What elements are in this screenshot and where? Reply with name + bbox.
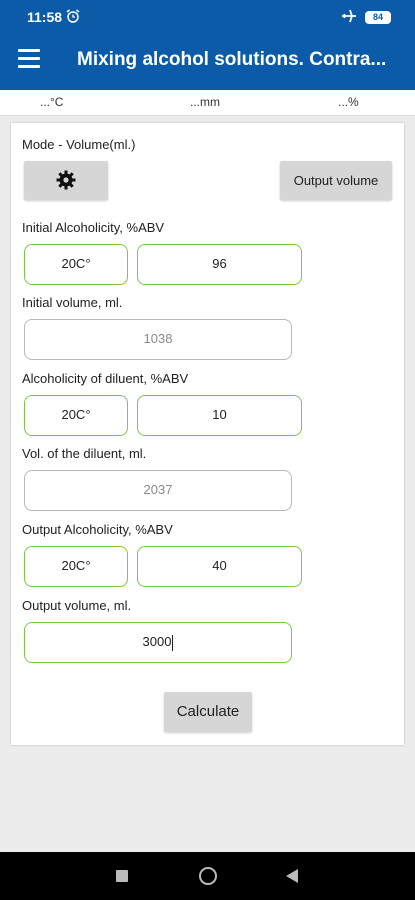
alarm-clock-icon: [66, 9, 80, 23]
diluent-temperature-field[interactable]: 20C°: [24, 395, 128, 436]
output-alcoholicity-field[interactable]: 40: [137, 546, 302, 587]
hamburger-menu-icon[interactable]: [18, 49, 42, 73]
status-bar: 11:58 84: [0, 0, 415, 32]
temperature-reading: ...°C: [40, 95, 64, 109]
diluent-volume-label: Vol. of the diluent, ml.: [22, 446, 147, 461]
initial-volume-label: Initial volume, ml.: [22, 295, 123, 310]
home-icon[interactable]: [199, 867, 217, 885]
sensor-readings: ...°C ...mm ...%: [0, 90, 415, 116]
battery-icon: 84: [365, 11, 391, 24]
airplane-mode-icon: [342, 9, 356, 23]
output-temperature-field[interactable]: 20C°: [24, 546, 128, 587]
back-icon[interactable]: [286, 869, 298, 883]
pressure-reading: ...mm: [190, 95, 220, 109]
initial-alcoholicity-field[interactable]: 96: [137, 244, 302, 285]
output-alcoholicity-label: Output Alcoholicity, %ABV: [22, 522, 173, 537]
calculator-card: Mode - Volume(ml.) Output volume Initial…: [11, 123, 404, 745]
app-title: Mixing alcohol solutions. Contra...: [77, 49, 387, 70]
output-volume-value: 3000: [142, 634, 172, 649]
initial-alcoholicity-label: Initial Alcoholicity, %ABV: [22, 220, 165, 235]
initial-temperature-field[interactable]: 20C°: [24, 244, 128, 285]
diluent-volume-field[interactable]: 2037: [24, 470, 292, 511]
calculate-button[interactable]: Calculate: [164, 692, 252, 732]
text-cursor: [172, 634, 174, 651]
status-time: 11:58: [27, 9, 63, 25]
app-bar: Mixing alcohol solutions. Contra...: [0, 32, 415, 90]
diluent-alcoholicity-label: Alcoholicity of diluent, %ABV: [22, 371, 189, 386]
navigation-bar: [0, 852, 415, 900]
diluent-alcoholicity-field[interactable]: 10: [137, 395, 302, 436]
output-volume-field[interactable]: 3000: [24, 622, 292, 663]
recent-apps-icon[interactable]: [116, 870, 128, 882]
mode-label: Mode - Volume(ml.): [22, 137, 136, 152]
gear-icon: [56, 170, 76, 190]
output-volume-label: Output volume, ml.: [22, 598, 132, 613]
humidity-reading: ...%: [338, 95, 359, 109]
settings-button[interactable]: [24, 161, 108, 200]
initial-volume-field[interactable]: 1038: [24, 319, 292, 360]
output-volume-button[interactable]: Output volume: [280, 161, 392, 200]
